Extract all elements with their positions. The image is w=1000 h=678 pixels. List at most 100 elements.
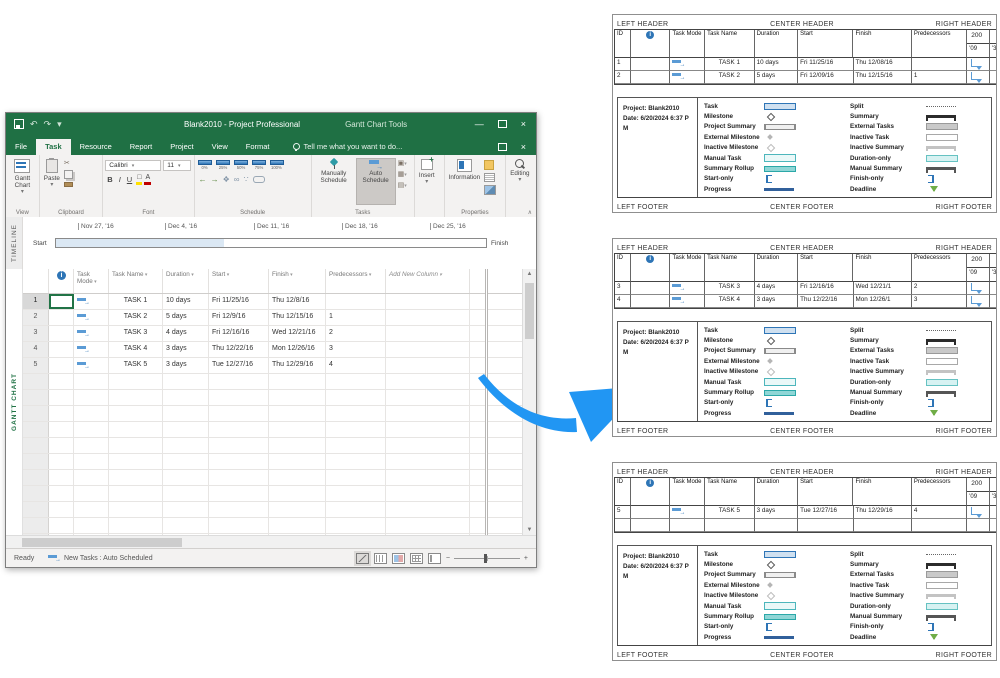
cell-finish[interactable]: Thu 12/15/16 [269, 310, 326, 325]
scroll-down-icon[interactable]: ▼ [523, 527, 536, 533]
team-planner-view-icon[interactable] [392, 553, 405, 564]
cell-name[interactable] [109, 422, 163, 437]
task-mode-icon[interactable]: ▤▾ [398, 182, 407, 190]
cell-finish[interactable] [269, 406, 326, 421]
cell-duration[interactable]: 5 days [163, 310, 209, 325]
cell-add-new[interactable] [386, 470, 470, 485]
column-header-add-new[interactable]: Add New Column ▾ [386, 269, 470, 293]
cell-add-new[interactable] [386, 358, 470, 373]
zoom-out-icon[interactable]: − [446, 555, 450, 562]
row-number[interactable] [23, 406, 49, 421]
inspect-task-icon[interactable]: ▣▾ [398, 160, 407, 168]
underline-button[interactable]: U [125, 175, 134, 184]
vscroll-thumb[interactable] [525, 283, 534, 339]
cell-finish[interactable] [269, 454, 326, 469]
row-number[interactable] [23, 422, 49, 437]
tab-report[interactable]: Report [121, 139, 162, 155]
tell-me-box[interactable]: Tell me what you want to do... [293, 142, 403, 155]
task-usage-view-icon[interactable] [374, 553, 387, 564]
scroll-up-icon[interactable]: ▲ [523, 271, 536, 277]
tab-view[interactable]: View [203, 139, 237, 155]
cell-name[interactable] [109, 470, 163, 485]
information-button[interactable]: Information [447, 158, 483, 205]
cell-name[interactable]: TASK 4 [109, 342, 163, 357]
cell-name[interactable] [109, 486, 163, 501]
cell-task-mode[interactable] [74, 438, 109, 453]
cell-info[interactable] [49, 486, 74, 501]
cell-duration[interactable] [163, 518, 209, 533]
copy-icon[interactable] [64, 170, 73, 179]
column-header-info[interactable]: i [49, 269, 74, 293]
cell-finish[interactable] [269, 390, 326, 405]
add-to-timeline-icon[interactable] [484, 185, 496, 195]
cell-finish[interactable]: Thu 12/29/16 [269, 358, 326, 373]
cell-info[interactable] [49, 406, 74, 421]
select-all-corner[interactable] [23, 269, 49, 293]
timeline-pane-strip[interactable]: TIMELINE [6, 217, 23, 269]
cell-finish[interactable]: Wed 12/21/16 [269, 326, 326, 341]
row-number[interactable] [23, 390, 49, 405]
percent-complete-0[interactable]: 0% [197, 160, 213, 171]
cell-duration[interactable]: 3 days [163, 358, 209, 373]
cell-add-new[interactable] [386, 454, 470, 469]
tab-file[interactable]: File [6, 139, 36, 155]
collapse-ribbon-icon[interactable]: ∧ [528, 209, 532, 216]
cell-add-new[interactable] [386, 342, 470, 357]
cell-pred[interactable] [326, 438, 386, 453]
cell-finish[interactable] [269, 470, 326, 485]
cell-name[interactable] [109, 518, 163, 533]
cell-pred[interactable]: 3 [326, 342, 386, 357]
cell-duration[interactable] [163, 502, 209, 517]
cell-info[interactable] [49, 390, 74, 405]
cell-name[interactable]: TASK 3 [109, 326, 163, 341]
cell-name[interactable] [109, 502, 163, 517]
cell-info[interactable] [49, 326, 74, 341]
cell-finish[interactable]: Thu 12/8/16 [269, 294, 326, 309]
cell-duration[interactable] [163, 374, 209, 389]
insert-task-button[interactable]: Insert▾ [417, 158, 437, 205]
tab-resource[interactable]: Resource [71, 139, 121, 155]
restore-down-icon[interactable] [498, 143, 507, 151]
column-header-predecessors[interactable]: Predecessors ▾ [326, 269, 386, 293]
cell-start[interactable] [209, 518, 269, 533]
gantt-chart-button[interactable]: Gantt Chart▾ [8, 158, 37, 205]
cell-pred[interactable] [326, 502, 386, 517]
cell-add-new[interactable] [386, 486, 470, 501]
cell-task-mode[interactable] [74, 486, 109, 501]
cell-pred[interactable] [326, 518, 386, 533]
cell-info[interactable] [49, 358, 74, 373]
cell-name[interactable] [109, 438, 163, 453]
cell-duration[interactable]: 10 days [163, 294, 209, 309]
undo-icon[interactable]: ↶ [30, 119, 38, 130]
auto-schedule-button[interactable]: Auto Schedule [356, 158, 396, 205]
cell-add-new[interactable] [386, 422, 470, 437]
cell-task-mode[interactable] [74, 326, 109, 341]
cell-start[interactable]: Tue 12/27/16 [209, 358, 269, 373]
new-tasks-mode[interactable]: New Tasks : Auto Scheduled [48, 554, 153, 562]
cell-pred[interactable] [326, 486, 386, 501]
row-number[interactable] [23, 454, 49, 469]
cell-start[interactable]: Thu 12/22/16 [209, 342, 269, 357]
column-header-duration[interactable]: Duration ▾ [163, 269, 209, 293]
cell-duration[interactable] [163, 470, 209, 485]
column-header-task_name[interactable]: Task Name ▾ [109, 269, 163, 293]
cell-duration[interactable]: 4 days [163, 326, 209, 341]
cell-task-mode[interactable] [74, 358, 109, 373]
outdent-task-icon[interactable]: ← [199, 175, 207, 184]
cell-duration[interactable] [163, 486, 209, 501]
background-color-icon[interactable]: □ [136, 174, 142, 185]
row-number[interactable]: 2 [23, 310, 49, 325]
percent-complete-25[interactable]: 25% [215, 160, 231, 171]
manually-schedule-button[interactable]: Manually Schedule [314, 158, 354, 205]
row-number[interactable]: 3 [23, 326, 49, 341]
row-number[interactable]: 5 [23, 358, 49, 373]
cell-finish[interactable] [269, 438, 326, 453]
cell-task-mode[interactable] [74, 454, 109, 469]
editing-button[interactable]: Editing▾ [508, 158, 531, 205]
cell-start[interactable] [209, 486, 269, 501]
row-number[interactable]: 4 [23, 342, 49, 357]
gantt-view-icon[interactable] [356, 553, 369, 564]
row-number[interactable]: 1 [23, 294, 49, 309]
cell-duration[interactable] [163, 438, 209, 453]
cell-finish[interactable] [269, 518, 326, 533]
